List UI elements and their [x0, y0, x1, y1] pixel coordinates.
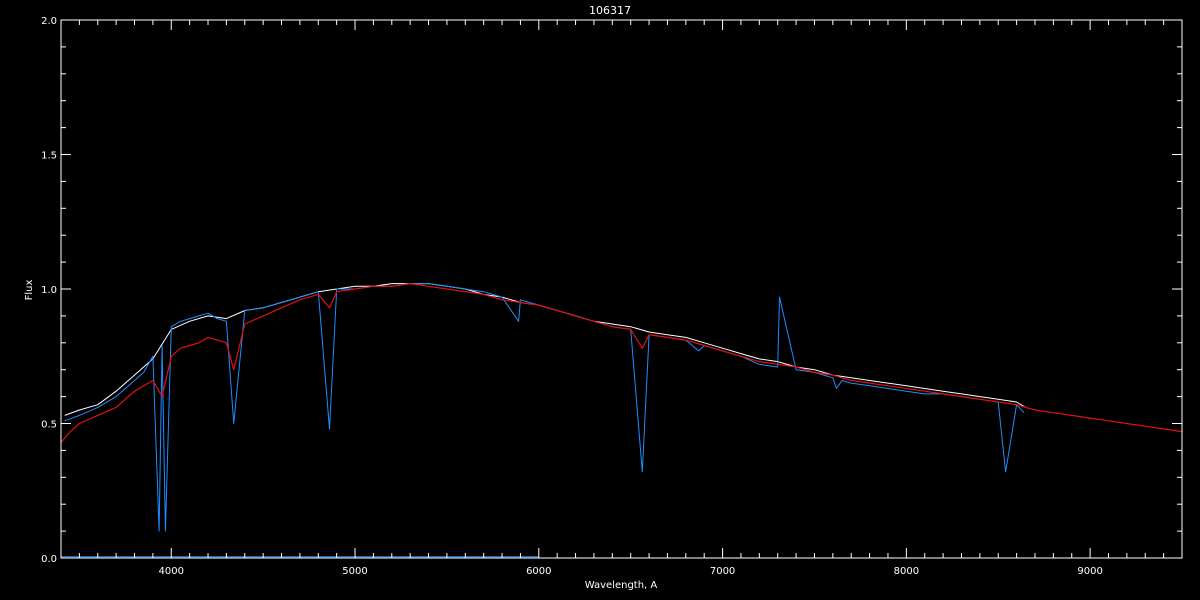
y-tick-label: 2.0	[41, 16, 57, 27]
x-tick-label: 4000	[159, 566, 184, 577]
y-axis-label: Flux	[24, 280, 35, 301]
x-tick-label: 9000	[1077, 566, 1102, 577]
x-tick-label: 7000	[710, 566, 735, 577]
x-axis-label: Wavelength, A	[585, 580, 658, 591]
y-tick-label: 0.5	[41, 420, 57, 431]
spectrum-chart: 106317 4000 5000 6000 7000 8000 9000 0.0 0.5 1.0…	[0, 0, 1200, 600]
x-tick-label: 6000	[526, 566, 551, 577]
y-tick-label: 1.5	[41, 151, 57, 162]
y-tick-label: 1.0	[41, 285, 57, 296]
y-tick-label: 0.0	[41, 554, 57, 565]
chart-background	[0, 0, 1200, 600]
x-tick-label: 8000	[894, 566, 919, 577]
x-tick-label: 5000	[342, 566, 367, 577]
chart-title: 106317	[589, 4, 631, 17]
